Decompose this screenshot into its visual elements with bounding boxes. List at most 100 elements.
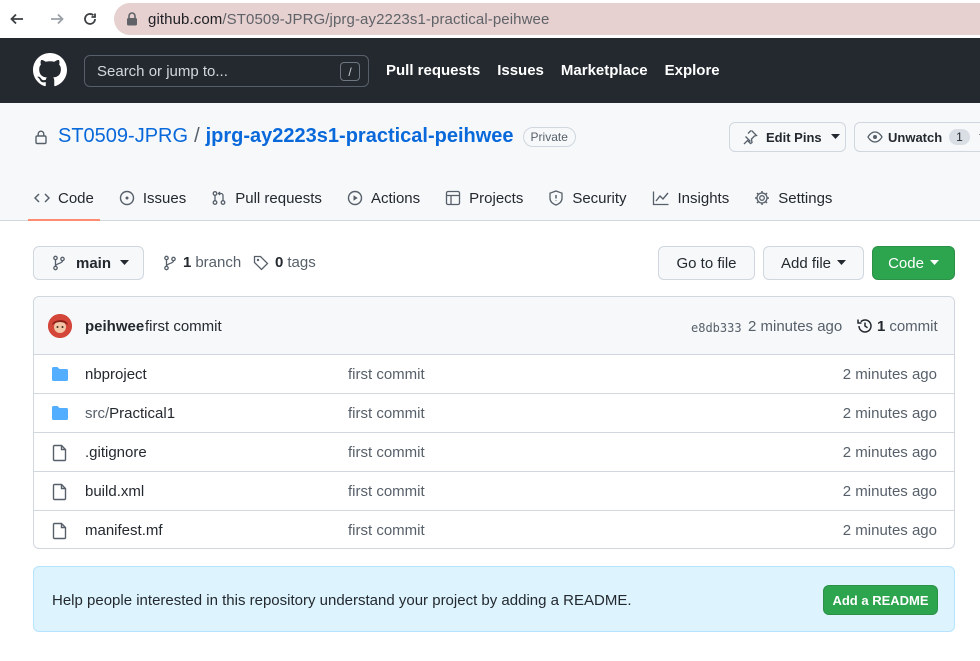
repo-name-link[interactable]: jprg-ay2223s1-practical-peihwee: [206, 125, 514, 148]
search-placeholder: Search or jump to...: [97, 62, 228, 80]
commit-count-label: commit: [889, 317, 938, 335]
commit-message-link[interactable]: first commit: [145, 318, 222, 335]
gear-icon: [755, 191, 770, 205]
reload-button[interactable]: [73, 0, 107, 38]
nav-marketplace[interactable]: Marketplace: [561, 62, 648, 79]
file-row: manifest.mf first commit 2 minutes ago: [34, 511, 954, 548]
repo-separator: /: [194, 125, 200, 147]
branch-name: main: [76, 254, 112, 272]
tab-pull-requests[interactable]: Pull requests: [211, 183, 322, 213]
nav-explore[interactable]: Explore: [665, 62, 720, 79]
forward-button[interactable]: [40, 0, 74, 38]
file-name-link[interactable]: .gitignore: [85, 444, 147, 461]
avatar-image: [48, 314, 72, 338]
file-name-link[interactable]: manifest.mf: [85, 522, 163, 539]
file-icon: [52, 444, 67, 462]
tab-code-label: Code: [58, 189, 94, 207]
commit-history-link[interactable]: 1 commit: [856, 317, 938, 335]
code-icon: [34, 193, 50, 203]
visibility-badge: Private: [522, 126, 576, 147]
file-row: src/Practical1 first commit 2 minutes ag…: [34, 394, 954, 433]
tab-settings[interactable]: Settings: [754, 183, 832, 213]
graph-icon: [652, 191, 669, 206]
file-name: manifest.mf: [85, 522, 163, 539]
arrow-right-icon: [51, 13, 64, 25]
readme-banner: Help people interested in this repositor…: [33, 566, 955, 632]
tab-insights-label: Insights: [677, 189, 730, 207]
folder-icon: [52, 367, 68, 381]
file-name-link[interactable]: nbproject: [85, 366, 147, 383]
issue-icon: [119, 190, 135, 206]
table-icon: [445, 190, 461, 206]
file-commit-message[interactable]: first commit: [348, 483, 425, 500]
tab-actions[interactable]: Actions: [347, 183, 420, 213]
back-button[interactable]: [0, 0, 34, 38]
file-name: .gitignore: [85, 444, 147, 461]
global-nav: Pull requests Issues Marketplace Explore: [386, 62, 737, 79]
edit-pins-button[interactable]: Edit Pins: [729, 122, 846, 152]
address-bar[interactable]: github.com/ST0509-JPRG/jprg-ay2223s1-pra…: [114, 3, 980, 35]
add-file-label: Add file: [780, 254, 832, 272]
pull-request-icon: [212, 191, 226, 205]
repo-owner-link[interactable]: ST0509-JPRG: [58, 125, 188, 148]
url-path: /ST0509-JPRG/jprg-ay2223s1-practical-pei…: [222, 10, 550, 28]
caret-down-icon: [837, 260, 847, 265]
history-icon: [857, 319, 872, 333]
repo-title: ST0509-JPRG / jprg-ay2223s1-practical-pe…: [34, 125, 576, 148]
file-name: Practical1: [109, 405, 176, 422]
file-commit-time: 2 minutes ago: [842, 522, 937, 539]
commit-sha-link[interactable]: e8db333: [691, 321, 742, 335]
repo-header: ST0509-JPRG / jprg-ay2223s1-practical-pe…: [0, 103, 980, 221]
slash-shortcut-badge: /: [340, 62, 360, 81]
unwatch-label: Unwatch: [888, 129, 943, 145]
unwatch-button[interactable]: Unwatch 1: [854, 122, 980, 152]
lock-icon: [127, 12, 137, 26]
file-name-link[interactable]: src/Practical1: [85, 405, 175, 422]
branch-icon: [164, 255, 176, 270]
tab-pull-requests-label: Pull requests: [235, 189, 322, 207]
file-name-link[interactable]: build.xml: [85, 483, 144, 500]
tag-count-label: tags: [287, 254, 316, 271]
file-row: build.xml first commit 2 minutes ago: [34, 472, 954, 511]
nav-pull-requests[interactable]: Pull requests: [386, 62, 480, 79]
file-commit-time: 2 minutes ago: [842, 366, 937, 383]
add-file-button[interactable]: Add file: [763, 246, 864, 280]
tab-security-label: Security: [572, 189, 627, 207]
github-header: Search or jump to... / Pull requests Iss…: [0, 38, 980, 103]
file-commit-message[interactable]: first commit: [348, 366, 425, 383]
file-commit-time: 2 minutes ago: [842, 444, 937, 461]
file-row: .gitignore first commit 2 minutes ago: [34, 433, 954, 472]
tab-projects-label: Projects: [469, 189, 524, 207]
avatar[interactable]: [48, 314, 72, 338]
commit-author-link[interactable]: peihwee: [85, 318, 144, 335]
add-readme-button[interactable]: Add a README: [823, 585, 938, 615]
tab-code[interactable]: Code: [28, 183, 100, 221]
eye-icon: [867, 131, 883, 143]
file-name: build.xml: [85, 483, 145, 500]
github-logo-icon[interactable]: [33, 53, 67, 87]
file-commit-message[interactable]: first commit: [348, 444, 425, 461]
file-commit-message[interactable]: first commit: [348, 405, 425, 422]
go-to-file-button[interactable]: Go to file: [658, 246, 755, 280]
branch-icon: [53, 255, 65, 271]
file-commit-time: 2 minutes ago: [842, 483, 937, 500]
tab-projects[interactable]: Projects: [445, 183, 523, 213]
branches-link[interactable]: 1 branch: [163, 254, 241, 271]
search-input[interactable]: Search or jump to... /: [84, 55, 369, 87]
file-name: nbproject: [85, 366, 147, 383]
tab-issues[interactable]: Issues: [119, 183, 186, 213]
caret-down-icon: [830, 134, 840, 139]
commit-count: 1: [877, 317, 886, 335]
tab-insights[interactable]: Insights: [652, 183, 730, 213]
tab-security[interactable]: Security: [548, 183, 627, 213]
tags-link[interactable]: 0 tags: [253, 254, 316, 271]
tab-issues-label: Issues: [142, 189, 187, 207]
browser-toolbar: github.com/ST0509-JPRG/jprg-ay2223s1-pra…: [0, 0, 980, 38]
nav-issues[interactable]: Issues: [497, 62, 544, 79]
code-button[interactable]: Code: [872, 246, 955, 280]
branch-count: 1: [183, 254, 192, 271]
file-commit-message[interactable]: first commit: [348, 522, 425, 539]
tab-actions-label: Actions: [370, 189, 421, 207]
branch-selector[interactable]: main: [33, 246, 144, 280]
lock-icon: [35, 130, 47, 144]
